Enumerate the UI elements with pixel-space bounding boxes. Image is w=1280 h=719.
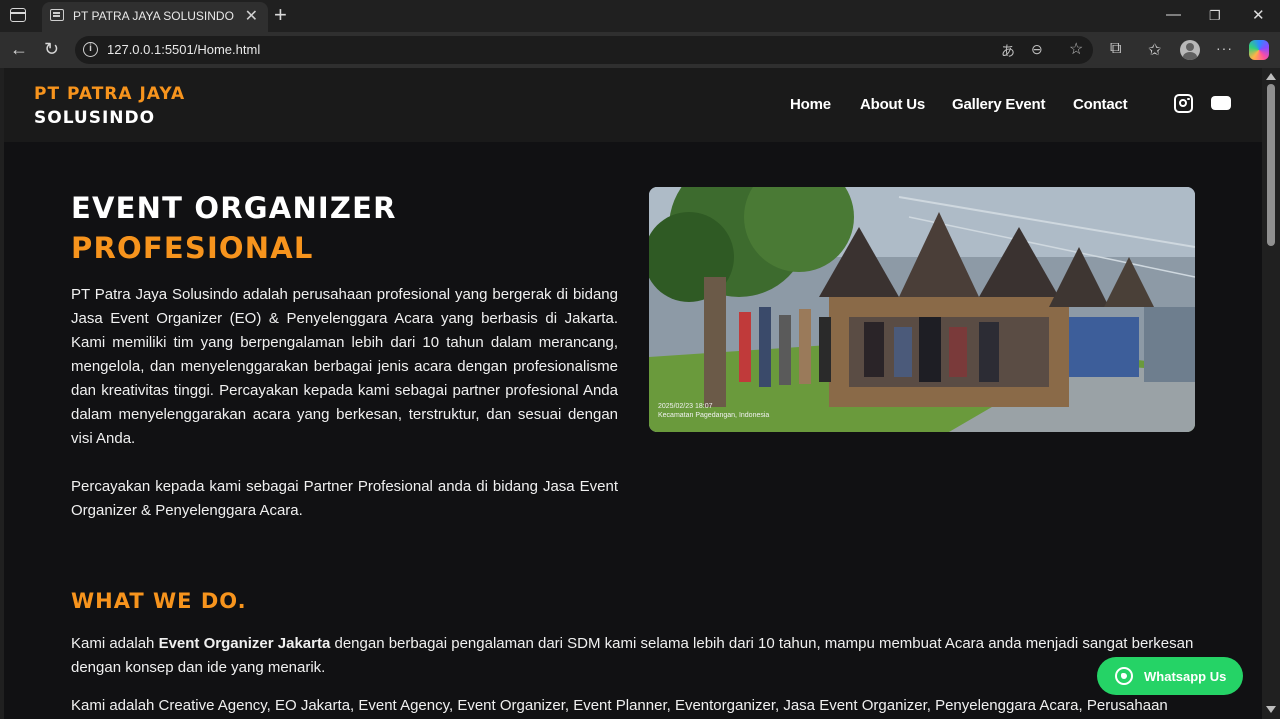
page-scrollbar[interactable] [1262, 68, 1280, 719]
photo-timestamp-date: 2025/02/23 18:07 [658, 403, 713, 410]
site-header: PT PATRA JAYA SOLUSINDO Home About Us Ga… [4, 68, 1262, 142]
back-icon[interactable]: ← [10, 39, 28, 60]
page-viewport: PT PATRA JAYA SOLUSINDO Home About Us Ga… [4, 68, 1262, 719]
new-tab-icon[interactable]: + [274, 2, 287, 28]
settings-more-icon[interactable]: ··· [1216, 40, 1233, 56]
nav-gallery-event[interactable]: Gallery Event [952, 96, 1045, 113]
scroll-down-icon[interactable] [1266, 706, 1276, 713]
site-logo[interactable]: PT PATRA JAYA SOLUSINDO [34, 82, 185, 130]
nav-home[interactable]: Home [790, 96, 831, 113]
translate-icon[interactable]: あ [1001, 41, 1015, 61]
what-we-do-title: WHAT WE DO. [71, 589, 247, 613]
restore-icon[interactable]: ❐ [1209, 8, 1221, 24]
logo-line1: PT PATRA JAYA [34, 84, 186, 104]
browser-tab-bar: PT PATRA JAYA SOLUSINDO ✕ + — ❐ ✕ [0, 0, 1280, 32]
what-we-do-text: Kami adalah Event Organizer Jakarta deng… [71, 632, 1201, 719]
hero-description: PT Patra Jaya Solusindo adalah perusahaa… [71, 283, 618, 523]
tab-close-icon[interactable]: ✕ [245, 6, 258, 26]
extensions-icon[interactable]: ⧉ [1110, 40, 1121, 58]
site-info-icon[interactable]: i [83, 42, 98, 57]
scroll-up-icon[interactable] [1266, 73, 1276, 80]
address-bar[interactable]: i 127.0.0.1:5501/Home.html あ ⊖ ☆ [75, 36, 1093, 64]
what-we-do-paragraph-1: Kami adalah Event Organizer Jakarta deng… [71, 632, 1201, 680]
profile-avatar[interactable] [1180, 40, 1200, 60]
hero-paragraph-1: PT Patra Jaya Solusindo adalah perusahaa… [71, 286, 618, 447]
instagram-icon[interactable] [1174, 94, 1193, 113]
url-text[interactable]: 127.0.0.1:5501/Home.html [107, 42, 260, 57]
workspaces-icon[interactable] [10, 8, 26, 22]
tab-favicon-icon [50, 9, 64, 21]
paragraph-text: Kami adalah [71, 635, 159, 652]
more-options-circle-icon[interactable]: ⊖ [1031, 41, 1043, 58]
window-close-icon[interactable]: ✕ [1252, 6, 1265, 24]
copilot-icon[interactable] [1249, 40, 1269, 60]
whatsapp-icon [1115, 667, 1133, 685]
address-bar-row: ← ↻ i 127.0.0.1:5501/Home.html あ ⊖ ☆ ⧉ ✩… [0, 32, 1280, 68]
hero-event-photo: 2025/02/23 18:07 Kecamatan Pagedangan, I… [649, 187, 1195, 432]
refresh-icon[interactable]: ↻ [44, 39, 59, 60]
nav-about-us[interactable]: About Us [860, 96, 925, 113]
what-we-do-paragraph-2: Kami adalah Creative Agency, EO Jakarta,… [71, 697, 1168, 714]
favorites-icon[interactable]: ✩ [1148, 40, 1161, 60]
paragraph-bold-text: Event Organizer Jakarta [158, 635, 331, 652]
nav-contact[interactable]: Contact [1073, 96, 1128, 113]
youtube-icon[interactable] [1211, 96, 1231, 110]
scrollbar-thumb[interactable] [1267, 84, 1275, 246]
photo-timestamp-location: Kecamatan Pagedangan, Indonesia [658, 412, 770, 419]
photo-timestamp: 2025/02/23 18:07 Kecamatan Pagedangan, I… [658, 402, 769, 420]
browser-tab[interactable]: PT PATRA JAYA SOLUSINDO ✕ [42, 2, 268, 32]
hero-title: EVENT ORGANIZER PROFESIONAL [71, 188, 397, 268]
minimize-icon[interactable]: — [1166, 6, 1181, 23]
hero-paragraph-2: Percayakan kepada kami sebagai Partner P… [71, 478, 618, 519]
whatsapp-button-label: Whatsapp Us [1144, 669, 1227, 684]
favorite-star-icon[interactable]: ☆ [1069, 39, 1083, 59]
hero-title-line2: PROFESIONAL [71, 231, 314, 265]
hero-title-line1: EVENT ORGANIZER [71, 191, 397, 225]
whatsapp-button[interactable]: Whatsapp Us [1097, 657, 1243, 695]
logo-line2: SOLUSINDO [34, 108, 156, 128]
tab-title: PT PATRA JAYA SOLUSINDO [73, 9, 234, 23]
